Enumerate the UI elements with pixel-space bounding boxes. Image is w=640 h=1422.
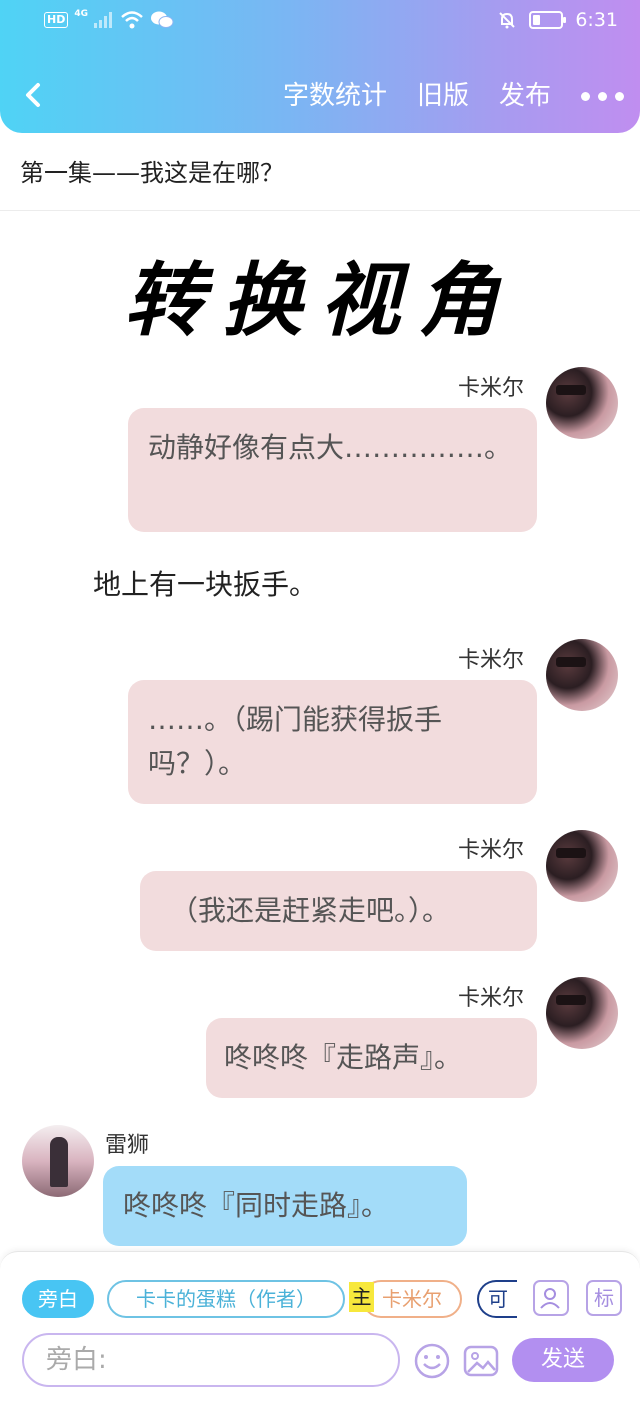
sender-name: 雷狮 <box>105 1133 150 1158</box>
old-version-button[interactable]: 旧版 <box>417 76 469 116</box>
dot-icon <box>581 91 590 101</box>
avatar[interactable] <box>546 639 618 711</box>
role-chip-author[interactable]: 卡卡的蛋糕（作者） <box>107 1280 345 1318</box>
battery-icon <box>529 11 567 29</box>
message-bubble[interactable]: 动静好像有点大……………。 <box>128 408 537 532</box>
more-options-button[interactable] <box>581 76 624 116</box>
emoji-button[interactable] <box>413 1342 451 1380</box>
signal-icon <box>94 12 112 28</box>
avatar[interactable] <box>546 977 618 1049</box>
mute-bell-icon <box>499 12 516 29</box>
narration-line[interactable]: 地上有一块扳手。 <box>93 563 317 603</box>
smiley-icon <box>414 1343 450 1379</box>
scene-heading-image: 转换视角 <box>124 253 516 347</box>
back-button[interactable] <box>18 78 48 112</box>
status-bar: HD 4G 6:31 <box>0 0 640 44</box>
message-input[interactable] <box>22 1333 400 1387</box>
main-character-tag: 主 <box>349 1282 374 1312</box>
avatar[interactable] <box>546 830 618 902</box>
word-count-button[interactable]: 字数统计 <box>283 76 387 116</box>
role-chip-narration[interactable]: 旁白 <box>22 1280 94 1318</box>
person-icon <box>540 1288 560 1309</box>
status-right: 6:31 <box>497 9 618 31</box>
divider <box>0 210 640 211</box>
role-chip-kamil[interactable]: 卡米尔 <box>362 1280 462 1318</box>
message-bubble[interactable]: （我还是赶紧走吧。）。 <box>140 871 537 951</box>
dot-icon <box>598 91 607 101</box>
header-actions: 字数统计 旧版 发布 <box>283 76 624 116</box>
mark-button[interactable]: 标 <box>586 1280 622 1316</box>
send-button[interactable]: 发送 <box>512 1338 614 1382</box>
publish-button[interactable]: 发布 <box>499 76 551 116</box>
network-type: 4G <box>74 9 88 19</box>
sender-name: 卡米尔 <box>458 838 525 863</box>
sender-name: 卡米尔 <box>458 376 525 401</box>
role-chip-partial[interactable]: 可 <box>477 1280 517 1318</box>
hd-indicator: HD <box>44 12 69 28</box>
image-icon <box>463 1345 499 1377</box>
wifi-icon <box>121 11 143 29</box>
sender-name: 卡米尔 <box>458 648 525 673</box>
image-button[interactable] <box>462 1342 500 1380</box>
message-bubble[interactable]: 咚咚咚『走路声』。 <box>206 1018 537 1098</box>
role-manage-button[interactable] <box>533 1280 569 1316</box>
message-bubble[interactable]: ……。（踢门能获得扳手吗？）。 <box>128 680 537 804</box>
sender-name: 卡米尔 <box>458 986 525 1011</box>
avatar[interactable] <box>22 1125 94 1197</box>
chapter-title[interactable]: 第一集——我这是在哪？ <box>20 153 284 188</box>
status-left: HD 4G <box>44 9 174 30</box>
avatar[interactable] <box>546 367 618 439</box>
message-bubble[interactable]: 咚咚咚『同时走路』。 <box>103 1166 467 1246</box>
chevron-left-icon <box>26 83 40 107</box>
dot-icon <box>615 91 624 101</box>
top-header: HD 4G 6:31 字数统计 旧版 发布 <box>0 0 640 133</box>
wechat-icon <box>151 11 174 28</box>
clock: 6:31 <box>575 9 618 31</box>
